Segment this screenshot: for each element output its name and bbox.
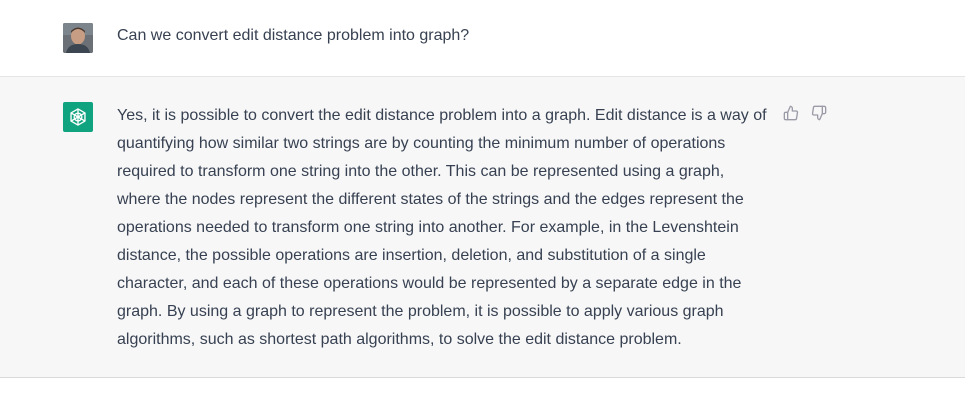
- thumbs-up-icon: [783, 105, 799, 121]
- user-avatar: [63, 23, 93, 53]
- answer-line: Yes, it is possible to convert the edit …: [117, 107, 767, 124]
- openai-logo-icon: [70, 108, 86, 126]
- answer-line: graph. By using a graph to represent the…: [117, 303, 724, 320]
- assistant-avatar: [63, 102, 93, 132]
- conversation-thread: Can we convert edit distance problem int…: [0, 0, 965, 405]
- thumbs-down-icon: [811, 105, 827, 121]
- feedback-actions: [782, 104, 828, 122]
- thumbs-up-button[interactable]: [782, 104, 800, 122]
- answer-line: algorithms, such as shortest path algori…: [117, 331, 682, 348]
- answer-line: required to transform one string into th…: [117, 163, 725, 180]
- user-photo-avatar: [63, 23, 93, 53]
- answer-line: character, and each of these operations …: [117, 275, 742, 292]
- assistant-message-row: Yes, it is possible to convert the edit …: [0, 77, 965, 378]
- answer-line: where the nodes represent the different …: [117, 191, 744, 208]
- thumbs-down-button[interactable]: [810, 104, 828, 122]
- answer-line: distance, the possible operations are in…: [117, 247, 706, 264]
- answer-line: operations needed to transform one strin…: [117, 219, 739, 236]
- user-message-row: Can we convert edit distance problem int…: [0, 0, 965, 77]
- answer-line: quantifying how similar two strings are …: [117, 135, 726, 152]
- assistant-message-text: Yes, it is possible to convert the edit …: [117, 102, 767, 354]
- user-message-text: Can we convert edit distance problem int…: [117, 27, 470, 44]
